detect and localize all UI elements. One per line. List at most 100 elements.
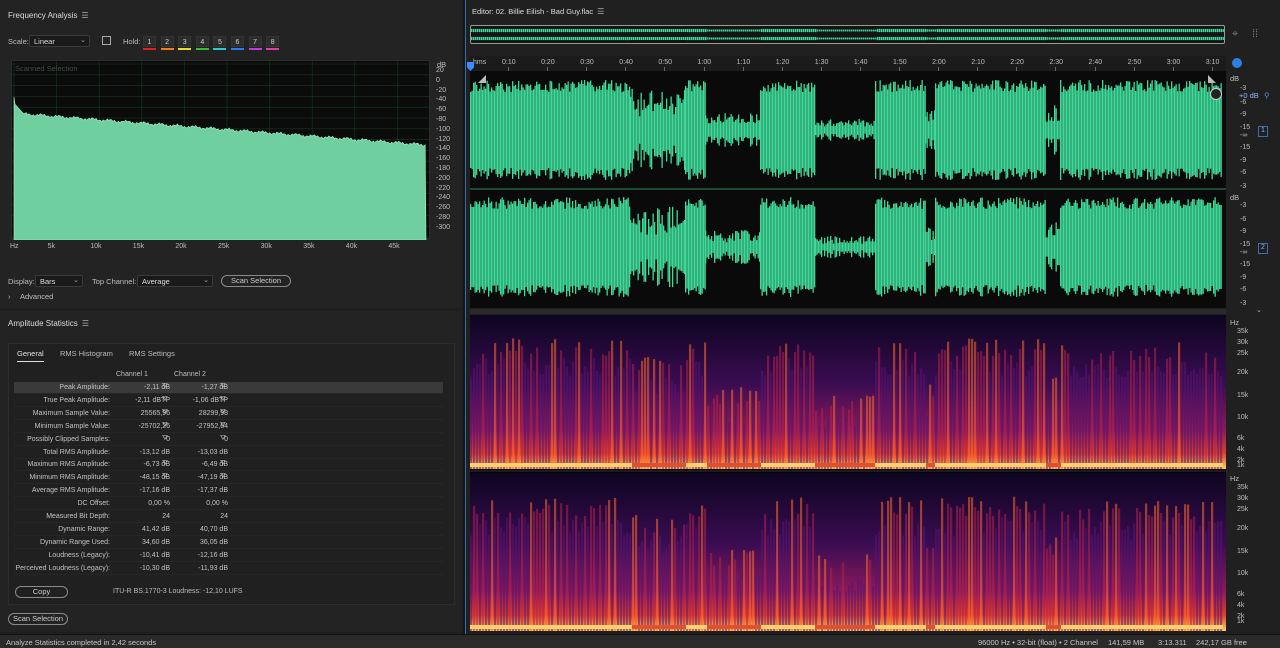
hold-button[interactable]: 1 [143, 36, 156, 47]
overview-bar [521, 36, 523, 41]
gain-knob-icon[interactable] [1210, 88, 1222, 100]
overview-bar [1095, 28, 1097, 33]
jump-to-icon[interactable]: ⛛ [220, 460, 226, 468]
chevron-right-icon[interactable]: › [8, 292, 11, 301]
tab-general[interactable]: General [17, 349, 44, 362]
overview-bar [903, 36, 905, 41]
overview-bar [501, 36, 503, 41]
waveform-overview[interactable] [470, 25, 1225, 44]
jump-to-icon[interactable]: ⛛ [220, 473, 226, 481]
amplitude-tick-label: -15 [1240, 261, 1251, 268]
spectrogram-column [521, 346, 524, 469]
jump-to-icon[interactable]: ⛛ [162, 422, 168, 430]
hold-button[interactable]: 6 [231, 36, 244, 47]
scan-selection-button[interactable]: Scan Selection [8, 613, 68, 625]
zoom-grid-icon[interactable]: ⁞⁞ [1252, 28, 1258, 40]
panel-menu-icon[interactable]: ☰ [597, 7, 604, 16]
jump-to-icon[interactable]: ⛛ [220, 435, 226, 443]
hold-button[interactable]: 5 [213, 36, 227, 47]
spectrogram-column [623, 368, 626, 469]
waveform-bar [1198, 91, 1200, 169]
overview-bar [1219, 36, 1221, 41]
jump-to-icon[interactable]: ⛛ [220, 409, 226, 417]
overview-bar [1041, 28, 1043, 33]
waveform-bar [1014, 91, 1016, 169]
tab-rms-histogram[interactable]: RMS Histogram [60, 349, 113, 358]
scale-select[interactable]: Linear ⌄ [29, 35, 90, 47]
waveform-bar [489, 91, 491, 169]
channel-badge-2[interactable]: 2 [1258, 243, 1268, 254]
hold-button[interactable]: 2 [160, 36, 174, 47]
overview-bar [1157, 36, 1159, 41]
waveform-bar [775, 83, 777, 177]
overview-bar [877, 28, 879, 33]
overview-bar [935, 37, 937, 40]
waveform-bar [530, 198, 532, 296]
jump-to-icon[interactable]: ⛛ [162, 435, 168, 443]
overview-bar [907, 36, 909, 41]
overview-bar [1207, 28, 1209, 33]
spectrogram-column [644, 527, 647, 631]
channel-badge-1[interactable]: 1 [1258, 126, 1268, 137]
copy-button[interactable]: Copy [15, 586, 68, 598]
spectrogram-column [557, 521, 560, 631]
spectrogram-low-band [1151, 625, 1154, 629]
overview-bar [491, 28, 493, 33]
jump-to-icon[interactable]: ⛛ [220, 396, 226, 404]
spectrogram-low-band [1055, 625, 1058, 629]
waveform-bar [1111, 199, 1113, 295]
spectrogram-low-band [1109, 625, 1112, 629]
scan-selection-button[interactable]: Scan Selection [221, 275, 291, 287]
panel-menu-icon[interactable]: ☰ [81, 11, 88, 20]
timeline-settings-icon[interactable] [1232, 58, 1242, 68]
jump-to-icon[interactable]: ⛛ [162, 473, 168, 481]
spectrogram-column [677, 392, 680, 469]
spectrogram-low-band [758, 463, 761, 467]
split-dropdown-icon[interactable]: ⌄ [1256, 306, 1262, 314]
hold-button[interactable]: 4 [195, 36, 209, 47]
overview-bar [723, 37, 725, 40]
overview-bar [695, 28, 697, 33]
panel-menu-icon[interactable]: ☰ [82, 319, 89, 328]
copy-graph-icon[interactable] [102, 36, 111, 45]
overview-bar [1063, 28, 1065, 33]
waveform-bar [971, 83, 973, 177]
spectrogram-column [482, 512, 485, 631]
spectrogram-column [968, 497, 971, 631]
spectrogram-low-band [500, 625, 503, 629]
waveform-bar [486, 207, 488, 287]
tab-rms-settings[interactable]: RMS Settings [129, 349, 175, 358]
timeline-ruler[interactable]: hms 0:10 0:20 0:30 0:40 0:50 1:00 1:10 1:20 1:30 1… [470, 56, 1226, 71]
overview-bar [747, 29, 749, 32]
view-split-handle[interactable] [470, 309, 1226, 314]
spectrogram-low-band [1007, 463, 1010, 467]
jump-to-icon[interactable]: ⛛ [220, 383, 226, 391]
overview-bar [497, 36, 499, 41]
jump-to-icon[interactable]: ⛛ [162, 396, 168, 404]
waveform-bar [679, 98, 681, 162]
spectrogram-low-band [911, 463, 914, 467]
spectrogram-low-band [1193, 463, 1196, 467]
top-channel-select[interactable]: Average ⌄ [137, 275, 213, 287]
zoom-overview-icon[interactable]: ⌖ [1232, 28, 1238, 41]
hold-button[interactable]: 7 [248, 36, 262, 47]
waveform-bar [1117, 197, 1119, 297]
spectrogram-area[interactable] [470, 315, 1226, 631]
jump-to-icon[interactable]: ⛛ [162, 383, 168, 391]
spectrogram-column [1076, 538, 1079, 631]
advanced-toggle[interactable]: Advanced [20, 292, 53, 301]
jump-to-icon[interactable]: ⛛ [220, 422, 226, 430]
hold-button[interactable]: 8 [266, 36, 280, 47]
spectrogram-low-band [1106, 625, 1109, 629]
overview-bar [717, 37, 719, 40]
pin-icon[interactable]: ⚲ [1264, 91, 1270, 100]
waveform-bar [1041, 204, 1043, 290]
overview-bar [1053, 37, 1055, 40]
display-select[interactable]: Bars ⌄ [35, 275, 83, 287]
hold-button[interactable]: 3 [178, 36, 192, 47]
waveform-area[interactable] [470, 71, 1226, 308]
jump-to-icon[interactable]: ⛛ [162, 409, 168, 417]
overview-bar [1175, 28, 1177, 33]
waveform-bar [608, 83, 610, 177]
jump-to-icon[interactable]: ⛛ [162, 460, 168, 468]
